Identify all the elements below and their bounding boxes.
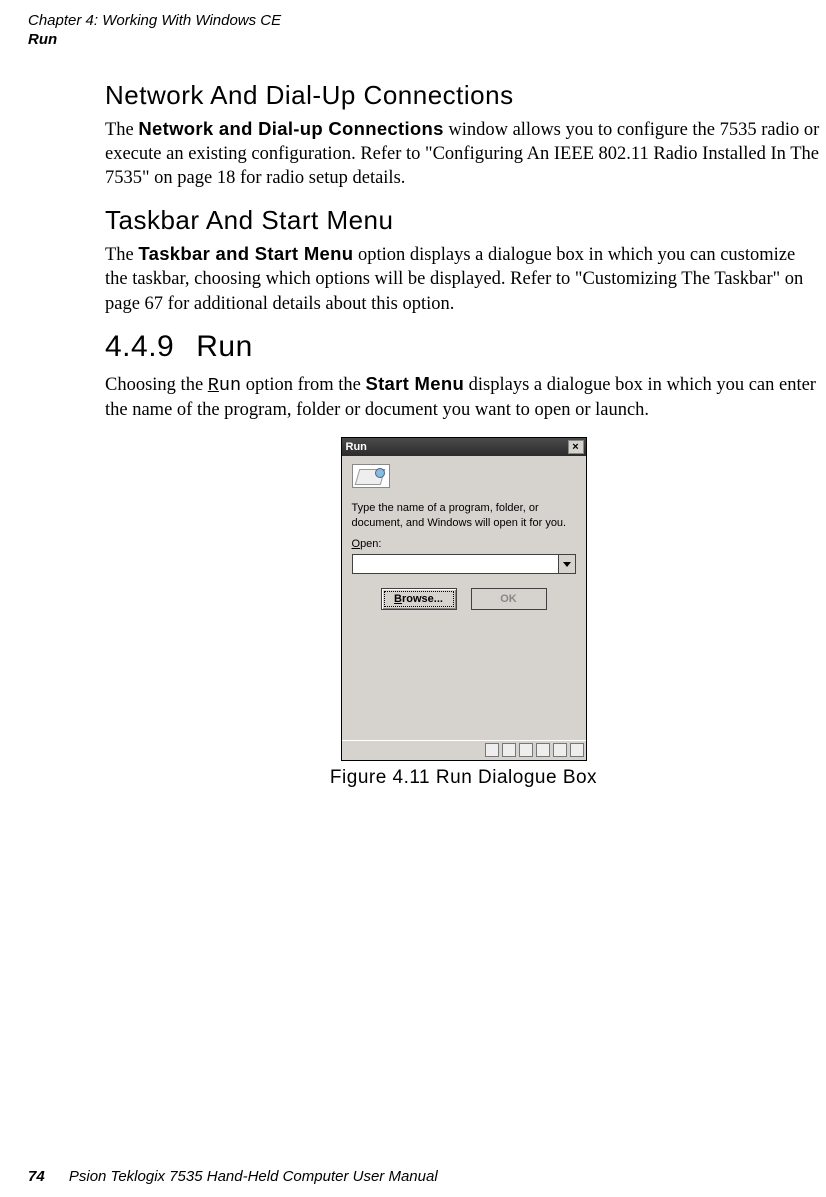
browse-button[interactable]: Browse...: [381, 588, 457, 610]
chevron-down-icon: [563, 562, 571, 567]
open-input-row: [352, 554, 576, 574]
close-button[interactable]: ×: [568, 440, 584, 454]
section-line: Run: [28, 31, 826, 50]
figure-wrap: Run × Type the name of a program, folder…: [105, 437, 822, 789]
dialog-title: Run: [346, 438, 367, 456]
dialog-taskbar: [342, 740, 586, 760]
dialog-titlebar: Run ×: [342, 438, 586, 456]
bold-network-phrase: Network and Dial-up Connections: [138, 118, 443, 139]
tray-icon: [502, 743, 516, 757]
footer-text: Psion Teklogix 7535 Hand-Held Computer U…: [69, 1168, 438, 1185]
dialog-buttons: Browse... OK: [352, 588, 576, 610]
figure-caption: Figure 4.11 Run Dialogue Box: [105, 767, 822, 789]
open-label: Open:: [352, 538, 576, 550]
bold-taskbar-phrase: Taskbar and Start Menu: [138, 243, 353, 264]
tray-icon: [536, 743, 550, 757]
chapter-line: Chapter 4: Working With Windows CE: [28, 12, 826, 31]
bold-startmenu: Start Menu: [365, 373, 464, 394]
heading-run-number: 4.4.9: [105, 330, 174, 363]
tray-icon: [485, 743, 499, 757]
tray-icon: [553, 743, 567, 757]
tray-icon: [519, 743, 533, 757]
run-dialog: Run × Type the name of a program, folder…: [341, 437, 587, 761]
heading-taskbar: Taskbar And Start Menu: [105, 205, 822, 236]
run-icon: [352, 464, 390, 488]
page-content: Network And Dial-Up Connections The Netw…: [0, 50, 826, 789]
dialog-body: Type the name of a program, folder, or d…: [342, 456, 586, 611]
para-network: The Network and Dial-up Connections wind…: [105, 117, 822, 191]
dialog-instruction: Type the name of a program, folder, or d…: [352, 501, 576, 531]
page-footer: 74 Psion Teklogix 7535 Hand-Held Compute…: [28, 1168, 438, 1185]
para-run: Choosing the Run option from the Start M…: [105, 372, 822, 423]
tray-icon: [570, 743, 584, 757]
heading-run-title: Run: [196, 330, 253, 363]
open-input[interactable]: [352, 554, 558, 574]
para-taskbar: The Taskbar and Start Menu option displa…: [105, 242, 822, 316]
combo-dropdown-button[interactable]: [558, 554, 576, 574]
page-header: Chapter 4: Working With Windows CE Run: [0, 0, 826, 50]
ok-button[interactable]: OK: [471, 588, 547, 610]
heading-network: Network And Dial-Up Connections: [105, 80, 822, 111]
heading-run: 4.4.9 Run: [105, 330, 822, 364]
page-number: 74: [28, 1168, 45, 1185]
mono-run: Run: [208, 375, 241, 396]
